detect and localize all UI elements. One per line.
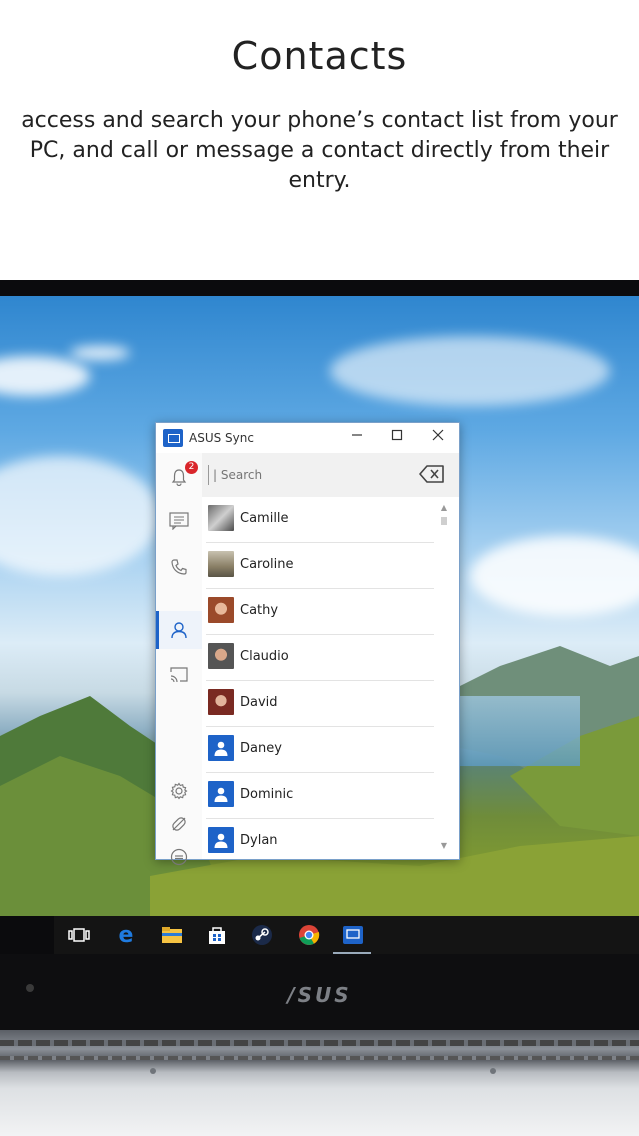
contact-name: Camille xyxy=(240,511,289,526)
minus-circle-icon[interactable] xyxy=(165,843,193,871)
sidebar: 2 xyxy=(156,453,202,866)
windows-taskbar: e xyxy=(54,916,639,954)
contact-name: Caroline xyxy=(240,557,294,572)
search-input[interactable] xyxy=(208,465,413,485)
promo-title: Contacts xyxy=(231,34,408,78)
contact-avatar xyxy=(208,689,234,715)
edge-icon[interactable]: e xyxy=(115,923,137,948)
contact-name: Dominic xyxy=(240,787,294,802)
window-title: ASUS Sync xyxy=(189,431,254,445)
asus-sync-window: ASUS Sync 2 | Search Camille Caroline Ca… xyxy=(155,422,460,866)
contact-row[interactable]: Claudio xyxy=(202,635,434,681)
clear-search-icon[interactable] xyxy=(419,464,445,484)
link-icon[interactable] xyxy=(165,810,193,838)
message-icon[interactable] xyxy=(165,507,193,535)
laptop-foot xyxy=(150,1068,156,1074)
sidebar-active-bar xyxy=(156,611,159,649)
contact-avatar xyxy=(208,505,234,531)
window-titlebar[interactable]: ASUS Sync xyxy=(156,423,459,453)
contact-row[interactable]: Camille xyxy=(202,497,434,543)
asus-sync-icon[interactable] xyxy=(342,924,364,946)
contact-avatar xyxy=(208,597,234,623)
contact-row[interactable]: Dominic xyxy=(202,773,434,819)
scroll-down-icon[interactable]: ▼ xyxy=(439,841,449,851)
default-avatar-icon xyxy=(208,735,234,761)
contact-name: Claudio xyxy=(240,649,289,664)
contact-row[interactable]: Dylan xyxy=(202,819,434,855)
contact-row[interactable]: Cathy xyxy=(202,589,434,635)
close-button[interactable] xyxy=(429,429,447,447)
default-avatar-icon xyxy=(208,781,234,807)
contact-name: Daney xyxy=(240,741,282,756)
phone-icon[interactable] xyxy=(165,553,193,581)
contact-row[interactable]: David xyxy=(202,681,434,727)
steam-icon[interactable] xyxy=(251,924,273,946)
contact-name: David xyxy=(240,695,278,710)
hinge xyxy=(0,1040,639,1046)
asus-logo: /SUS xyxy=(287,983,352,1007)
default-avatar-icon xyxy=(208,827,234,853)
scrollbar[interactable]: ▲ ▼ xyxy=(439,503,449,853)
maximize-button[interactable] xyxy=(388,429,406,447)
search-bar xyxy=(202,453,459,497)
contact-avatar xyxy=(208,551,234,577)
hinge-detail xyxy=(0,1056,639,1060)
contact-avatar xyxy=(208,643,234,669)
store-icon[interactable] xyxy=(206,924,228,946)
notification-badge: 2 xyxy=(185,461,198,474)
minimize-button[interactable] xyxy=(348,429,366,447)
promo-description: access and search your phone’s contact l… xyxy=(21,108,618,193)
contact-row[interactable]: Caroline xyxy=(202,543,434,589)
contact-row[interactable]: Daney xyxy=(202,727,434,773)
scroll-thumb[interactable] xyxy=(441,517,447,525)
task-view-icon[interactable] xyxy=(68,924,90,946)
file-explorer-icon[interactable] xyxy=(161,924,183,946)
contact-name: Dylan xyxy=(240,833,278,848)
chrome-icon[interactable] xyxy=(298,924,320,946)
contacts-icon[interactable] xyxy=(165,616,193,644)
scroll-up-icon[interactable]: ▲ xyxy=(439,503,449,513)
contact-list: Camille Caroline Cathy Claudio David Dan… xyxy=(202,497,438,855)
settings-icon[interactable] xyxy=(165,777,193,805)
cast-icon[interactable] xyxy=(165,661,193,689)
laptop-foot xyxy=(490,1068,496,1074)
contact-name: Cathy xyxy=(240,603,279,618)
app-logo-icon xyxy=(163,429,183,447)
